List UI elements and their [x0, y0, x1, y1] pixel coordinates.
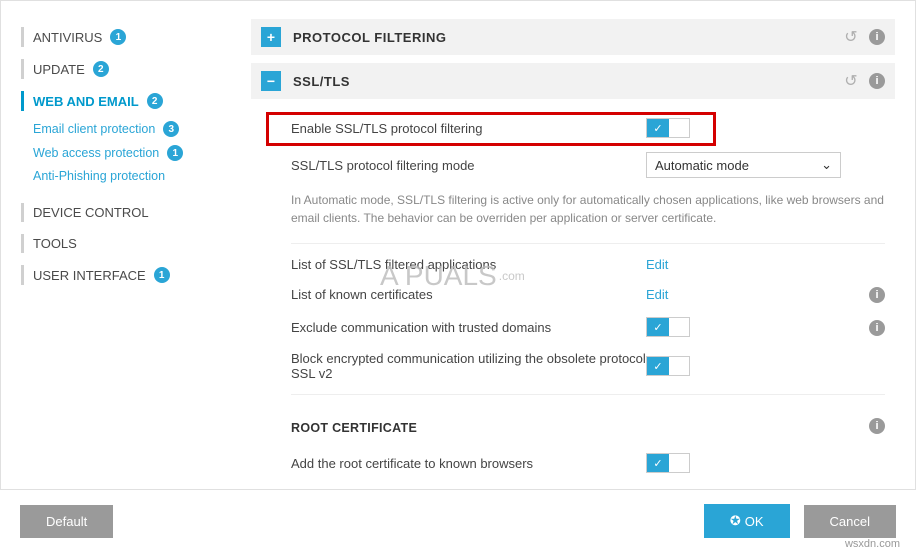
select-value: Automatic mode: [655, 158, 749, 173]
row-block-sslv2: Block encrypted communication utilizing …: [291, 344, 885, 388]
row-exclude-trusted: Exclude communication with trusted domai…: [291, 310, 885, 344]
toggle-exclude[interactable]: ✓: [646, 317, 690, 337]
toggle-block[interactable]: ✓: [646, 356, 690, 376]
divider: [291, 394, 885, 395]
content-panel: + PROTOCOL FILTERING ↺ i − SSL/TLS ↺ i E…: [231, 1, 915, 489]
sub-web-access[interactable]: Web access protection 1: [1, 141, 231, 165]
nav-label: DEVICE CONTROL: [33, 205, 149, 220]
row-filtering-mode: SSL/TLS protocol filtering mode Automati…: [291, 145, 885, 185]
info-icon[interactable]: i: [869, 418, 885, 434]
divider: [291, 243, 885, 244]
ssl-settings: Enable SSL/TLS protocol filtering ✓ SSL/…: [251, 107, 895, 489]
url-watermark: wsxdn.com: [845, 538, 900, 550]
label-list-apps: List of SSL/TLS filtered applications: [291, 257, 646, 272]
badge: 1: [110, 29, 126, 45]
nav-label: UPDATE: [33, 62, 85, 77]
footer: Default ✪ OK Cancel: [0, 490, 916, 552]
label-exclude: Exclude communication with trusted domai…: [291, 320, 646, 335]
row-list-apps: List of SSL/TLS filtered applications Ed…: [291, 250, 885, 279]
nav-web-email[interactable]: WEB AND EMAIL 2: [1, 85, 231, 117]
default-button[interactable]: Default: [20, 505, 113, 538]
row-list-certs: List of known certificates Edit i: [291, 279, 885, 310]
badge: 1: [167, 145, 183, 161]
badge: 3: [163, 121, 179, 137]
badge: 2: [93, 61, 109, 77]
row-enable-ssl: Enable SSL/TLS protocol filtering ✓: [291, 111, 885, 145]
toggle-add-root[interactable]: ✓: [646, 453, 690, 473]
nav-tools[interactable]: TOOLS: [1, 228, 231, 259]
revert-icon[interactable]: ↺: [843, 29, 859, 45]
sub-label: Web access protection: [33, 146, 159, 160]
ok-label: OK: [745, 514, 764, 529]
nav-label: WEB AND EMAIL: [33, 94, 139, 109]
info-icon[interactable]: i: [869, 320, 885, 336]
nav-antivirus[interactable]: ANTIVIRUS 1: [1, 21, 231, 53]
link-edit-certs[interactable]: Edit: [646, 287, 668, 302]
sub-antiphishing[interactable]: Anti-Phishing protection: [1, 165, 231, 187]
nav-label: USER INTERFACE: [33, 268, 146, 283]
note-automatic-mode: In Automatic mode, SSL/TLS filtering is …: [291, 185, 885, 237]
nav-device-control[interactable]: DEVICE CONTROL: [1, 197, 231, 228]
info-icon[interactable]: i: [869, 73, 885, 89]
chevron-down-icon: ⌄: [821, 157, 832, 173]
sub-label: Email client protection: [33, 122, 155, 136]
label-enable-ssl: Enable SSL/TLS protocol filtering: [291, 121, 646, 136]
revert-icon[interactable]: ↺: [843, 73, 859, 89]
select-filtering-mode[interactable]: Automatic mode ⌄: [646, 152, 841, 178]
sub-label: Anti-Phishing protection: [33, 169, 165, 183]
info-icon[interactable]: i: [869, 29, 885, 45]
section-title: PROTOCOL FILTERING: [293, 30, 446, 45]
root-cert-title: ROOT CERTIFICATE: [291, 411, 417, 439]
nav-label: TOOLS: [33, 236, 77, 251]
sub-email-client[interactable]: Email client protection 3: [1, 117, 231, 141]
sidebar: ANTIVIRUS 1 UPDATE 2 WEB AND EMAIL 2 Ema…: [1, 1, 231, 489]
label-filtering-mode: SSL/TLS protocol filtering mode: [291, 158, 646, 173]
label-list-certs: List of known certificates: [291, 287, 646, 302]
label-add-root: Add the root certificate to known browse…: [291, 456, 646, 471]
subhead-root-cert: ROOT CERTIFICATE i: [291, 401, 885, 446]
ok-button[interactable]: ✪ OK: [704, 504, 790, 538]
section-ssl-tls[interactable]: − SSL/TLS ↺ i: [251, 63, 895, 99]
expand-icon[interactable]: +: [261, 27, 281, 47]
nav-user-interface[interactable]: USER INTERFACE 1: [1, 259, 231, 291]
globe-icon: ✪: [730, 513, 741, 529]
info-icon[interactable]: i: [869, 287, 885, 303]
badge: 2: [147, 93, 163, 109]
collapse-icon[interactable]: −: [261, 71, 281, 91]
section-protocol-filtering[interactable]: + PROTOCOL FILTERING ↺ i: [251, 19, 895, 55]
nav-label: ANTIVIRUS: [33, 30, 102, 45]
badge: 1: [154, 267, 170, 283]
section-title: SSL/TLS: [293, 74, 350, 89]
toggle-enable-ssl[interactable]: ✓: [646, 118, 690, 138]
link-edit-apps[interactable]: Edit: [646, 257, 668, 272]
nav-update[interactable]: UPDATE 2: [1, 53, 231, 85]
label-block: Block encrypted communication utilizing …: [291, 351, 646, 381]
cancel-button[interactable]: Cancel: [804, 505, 896, 538]
row-add-root-cert: Add the root certificate to known browse…: [291, 446, 885, 480]
